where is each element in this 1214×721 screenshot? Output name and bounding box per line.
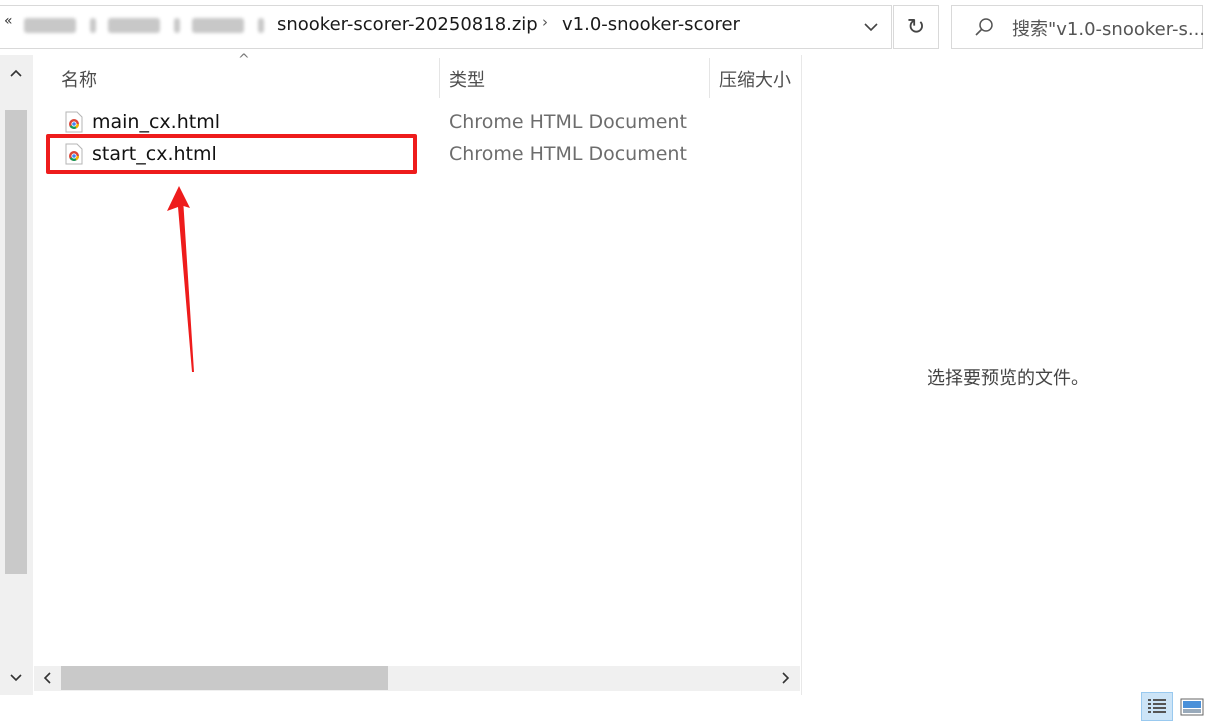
breadcrumb-separator-icon[interactable]: ›: [542, 13, 548, 31]
chevron-down-icon: [864, 23, 878, 32]
blurred-breadcrumb-3[interactable]: [192, 18, 244, 33]
blurred-breadcrumb-2[interactable]: [108, 18, 160, 33]
blurred-separator-2: [174, 18, 180, 33]
scroll-up-button[interactable]: [7, 62, 25, 84]
column-header-name[interactable]: 名称: [61, 66, 97, 92]
chevron-left-icon: [43, 672, 51, 684]
details-view-button[interactable]: [1141, 692, 1173, 721]
details-view-icon: [1148, 698, 1166, 713]
large-icons-view-icon: [1180, 698, 1204, 716]
chevron-right-icon: [782, 672, 790, 684]
column-header-type[interactable]: 类型: [449, 66, 485, 92]
breadcrumb-zip[interactable]: snooker-scorer-20250818.zip: [277, 14, 538, 35]
horizontal-scroll-thumb[interactable]: [61, 666, 388, 690]
blurred-breadcrumb-1[interactable]: [24, 18, 76, 33]
file-name[interactable]: main_cx.html: [92, 111, 220, 133]
blurred-separator-1: [90, 18, 96, 33]
chrome-html-file-icon: [65, 111, 83, 133]
search-placeholder[interactable]: 搜索"v1.0-snooker-s...: [1012, 15, 1205, 41]
breadcrumb-folder[interactable]: v1.0-snooker-scorer: [562, 14, 740, 35]
scroll-down-button[interactable]: [7, 667, 25, 689]
chevron-down-icon: [10, 674, 22, 682]
scroll-right-button[interactable]: [776, 668, 796, 688]
navigation-scroll-thumb[interactable]: [5, 110, 27, 574]
annotation-highlight-box: [46, 134, 417, 174]
column-divider[interactable]: [709, 58, 710, 98]
refresh-icon: ↻: [906, 14, 926, 40]
sort-ascending-icon: ^: [238, 52, 250, 68]
column-divider[interactable]: [439, 58, 440, 98]
file-type: Chrome HTML Document: [449, 111, 687, 133]
large-icons-view-button[interactable]: [1178, 694, 1206, 720]
column-header-compressed-size[interactable]: 压缩大小: [719, 66, 791, 92]
scroll-left-button[interactable]: [37, 668, 57, 688]
preview-message: 选择要预览的文件。: [927, 368, 1089, 389]
breadcrumb-overflow-button[interactable]: «: [4, 13, 13, 29]
annotation-arrow-icon: [167, 186, 194, 372]
blurred-separator-3: [258, 18, 264, 33]
search-icon: [975, 18, 993, 36]
chevron-up-icon: [10, 69, 22, 77]
refresh-button[interactable]: ↻: [893, 5, 939, 49]
address-history-dropdown[interactable]: [852, 7, 890, 47]
file-type: Chrome HTML Document: [449, 143, 687, 165]
